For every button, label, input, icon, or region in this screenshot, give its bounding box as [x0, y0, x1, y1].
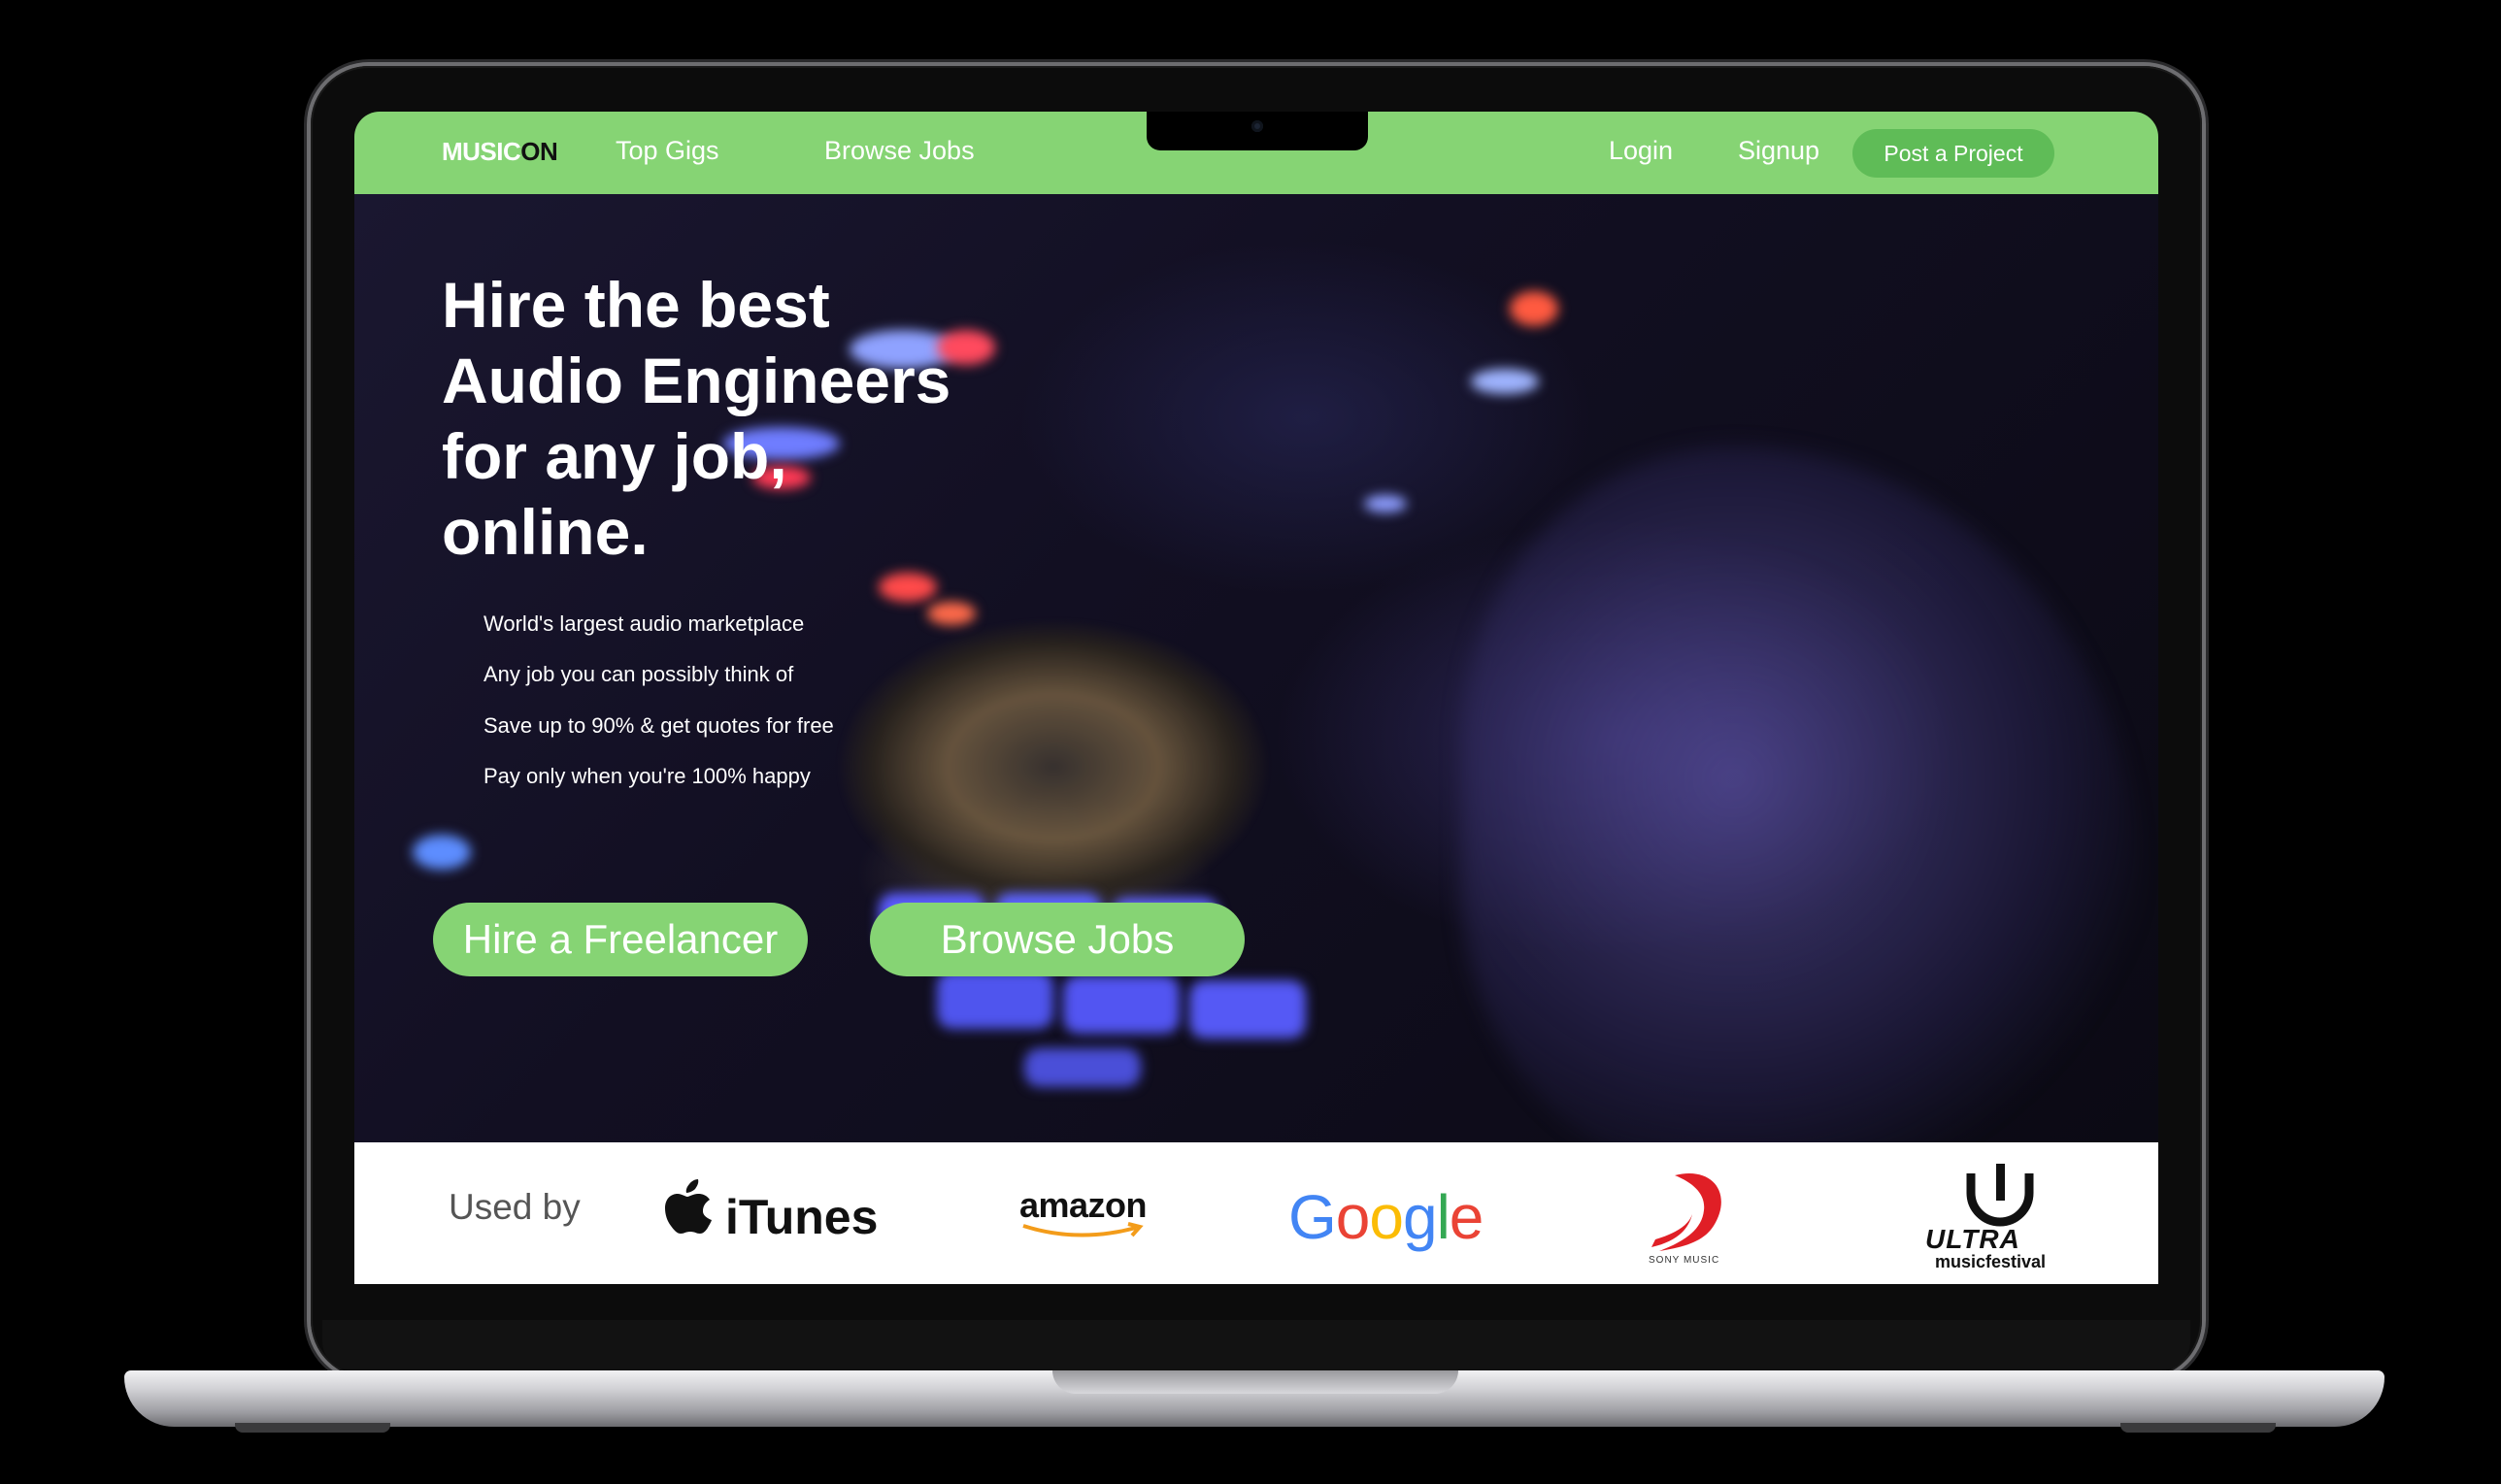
hire-freelancer-button[interactable]: Hire a Freelancer	[433, 903, 808, 976]
google-text: Google	[1288, 1182, 1484, 1252]
nav-link-login[interactable]: Login	[1609, 136, 1673, 166]
used-by-label: Used by	[449, 1187, 581, 1227]
camera-notch	[1147, 112, 1368, 150]
hero-bg-light	[927, 602, 976, 625]
amazon-smile-icon	[1022, 1222, 1144, 1237]
google-letter: o	[1369, 1182, 1404, 1252]
hero-bg-light	[1364, 495, 1407, 512]
hero-title-line: Audio Engineers	[442, 345, 951, 416]
logo-amazon-text: amazon	[1019, 1185, 1148, 1225]
sony-music-icon	[1651, 1173, 1721, 1251]
logo-amazon: amazon	[1019, 1185, 1148, 1237]
feature-item: World's largest audio marketplace	[484, 611, 805, 636]
hero-bg-pad	[1024, 1048, 1141, 1087]
google-letter: l	[1436, 1182, 1451, 1252]
logo-part-on: ON	[520, 137, 558, 166]
apple-icon	[665, 1179, 712, 1234]
google-letter: e	[1449, 1182, 1484, 1252]
hero-bg-pad	[937, 971, 1053, 1029]
laptop-base-notch	[1052, 1370, 1458, 1394]
hero-bg-pad	[1189, 980, 1306, 1039]
hero-section: Hire the best Audio Engineers for any jo…	[354, 194, 2158, 1142]
hero-title-line: online.	[442, 496, 649, 568]
feature-item: Pay only when you're 100% happy	[484, 764, 811, 788]
hero-bg-light	[413, 835, 471, 870]
google-letter: g	[1402, 1182, 1438, 1252]
google-letter: o	[1335, 1182, 1371, 1252]
nav-link-signup[interactable]: Signup	[1738, 136, 1819, 166]
hero-title-line: for any job,	[442, 420, 787, 492]
laptop-chin	[322, 1320, 2190, 1370]
feature-item: Any job you can possibly think of	[484, 662, 794, 686]
hero-title-line: Hire the best	[442, 269, 830, 341]
post-project-button[interactable]: Post a Project	[1852, 129, 2054, 178]
logo-ultra-subtitle: musicfestival	[1935, 1252, 2047, 1271]
logo-part-music: MUSIC	[442, 137, 521, 166]
hero-title: Hire the best Audio Engineers for any jo…	[442, 267, 1044, 570]
hero-bg-jog-wheel	[840, 621, 1267, 912]
nav-link-browse-jobs[interactable]: Browse Jobs	[824, 136, 975, 166]
browse-jobs-button[interactable]: Browse Jobs	[870, 903, 1245, 976]
logo-google: Google	[1288, 1181, 1484, 1253]
hero-bg-light	[1471, 369, 1539, 394]
logo-itunes: iTunes	[725, 1190, 879, 1244]
hero-bg-light	[1510, 291, 1558, 326]
feature-item: Save up to 90% & get quotes for free	[484, 713, 834, 738]
site-logo[interactable]: MUSICON	[442, 137, 558, 167]
camera-icon	[1251, 120, 1263, 132]
hero-bg-hand	[1461, 446, 2141, 1142]
laptop-screen: MUSICON Top Gigs Browse Jobs Login Signu…	[354, 112, 2158, 1284]
used-by-band: Used by iTunes amazon Google SONY MUSIC …	[354, 1142, 2158, 1284]
laptop-foot-left	[235, 1423, 390, 1433]
hero-bg-light	[879, 573, 937, 602]
nav-link-top-gigs[interactable]: Top Gigs	[616, 136, 719, 166]
hero-bg-pad	[1063, 975, 1180, 1034]
laptop-foot-right	[2120, 1423, 2276, 1433]
google-letter: G	[1288, 1182, 1337, 1252]
logo-sony-music: SONY MUSIC	[1649, 1255, 1720, 1266]
logo-ultra: ULTRA	[1925, 1224, 2020, 1254]
